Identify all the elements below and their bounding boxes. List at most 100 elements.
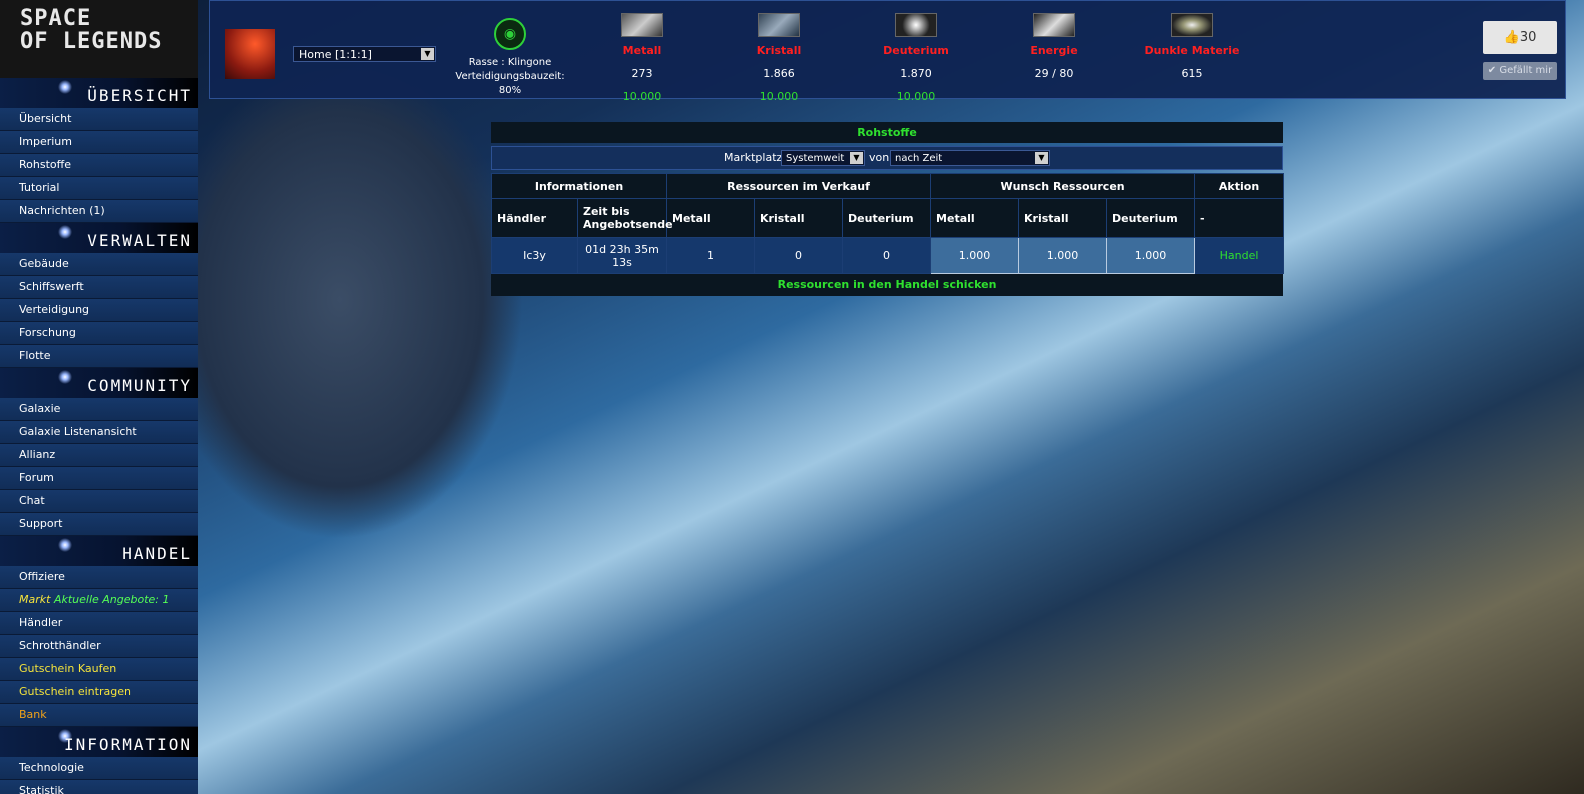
section-header-handel: Handel [0,536,198,566]
table-row: Ic3y 01d 23h 35m 13s 1 0 0 1.000 1.000 1… [491,237,1285,274]
cell-want-kristall: 1.000 [1018,237,1108,274]
planet-image[interactable] [225,29,275,79]
col-header-sell-deuterium[interactable]: Deuterium [842,198,932,238]
nav-haendler[interactable]: Händler [0,612,198,635]
group-header-informationen: Informationen [490,173,668,199]
market-title: Rohstoffe [491,122,1283,143]
col-header-sell-metall[interactable]: Metall [666,198,756,238]
sort-select[interactable]: nach Zeit ▼ [890,150,1050,166]
col-header-want-kristall[interactable]: Kristall [1018,198,1108,238]
nav-support[interactable]: Support [0,513,198,536]
cell-want-metall: 1.000 [930,237,1020,274]
market-table: Informationen Ressourcen im Verkauf Wuns… [490,173,1285,274]
group-header-aktion: Aktion [1194,173,1285,199]
resource-value: 273 [631,67,653,80]
resource-name: Dunkle Materie [1144,44,1240,57]
resource-kristall[interactable]: Kristall 1.866 10.000 [724,13,834,103]
nav-galaxie-liste[interactable]: Galaxie Listenansicht [0,421,198,444]
market-filter: Marktplatz Systemweit ▼ von nach Zeit ▼ [491,146,1283,170]
col-header-haendler[interactable]: Händler [491,198,578,238]
col-header-action: - [1194,198,1285,238]
resource-name: Energie [1030,44,1078,57]
nav-imperium[interactable]: Imperium [0,131,198,154]
cell-want-deuterium: 1.000 [1106,237,1196,274]
send-resources-link[interactable]: Ressourcen in den Handel schicken [491,274,1283,296]
energy-icon [1033,13,1075,37]
nav-nachrichten[interactable]: Nachrichten (1) [0,200,198,223]
section-header-verwalten: Verwalten [0,223,198,253]
col-header-sell-kristall[interactable]: Kristall [754,198,844,238]
defense-build-value: 80% [498,85,522,96]
filter-label: Marktplatz [724,151,783,164]
nav-tutorial[interactable]: Tutorial [0,177,198,200]
nav-markt[interactable]: Markt Aktuelle Angebote: 1 [0,589,198,612]
sort-select-value: nach Zeit [895,153,943,164]
nav-statistik[interactable]: Statistik [0,780,198,794]
planet-select[interactable]: Home [1:1:1] ▼ [293,46,436,62]
game-logo[interactable]: SPACE OF LEGENDS [0,0,198,78]
like-button[interactable]: ✔ Gefällt mir [1483,62,1557,80]
section-header-community: Community [0,368,198,398]
nav-rohstoffe[interactable]: Rohstoffe [0,154,198,177]
resource-max: 10.000 [759,90,799,103]
nav-gutschein-eintragen[interactable]: Gutschein eintragen [0,681,198,704]
race-info: ◉ Rasse : Klingone Verteidigungsbauzeit:… [450,18,570,98]
nav-verteidigung[interactable]: Verteidigung [0,299,198,322]
nav-uebersicht[interactable]: Übersicht [0,108,198,131]
crystal-icon [758,13,800,37]
resource-name: Metall [622,44,662,57]
col-header-want-metall[interactable]: Metall [930,198,1020,238]
nav-flotte[interactable]: Flotte [0,345,198,368]
nav-offiziere[interactable]: Offiziere [0,566,198,589]
defense-build-label: Verteidigungsbauzeit: [455,71,565,82]
like-count-button[interactable]: 👍30 [1483,21,1557,54]
resource-max: 10.000 [622,90,662,103]
resource-deuterium[interactable]: Deuterium 1.870 10.000 [861,13,971,103]
chevron-down-icon: ▼ [850,152,863,164]
group-header-verkauf: Ressourcen im Verkauf [666,173,932,199]
cell-sell-metall: 1 [666,237,756,274]
resource-name: Deuterium [883,44,949,57]
scope-select[interactable]: Systemweit ▼ [781,150,865,166]
chevron-down-icon: ▼ [421,48,434,60]
resource-value: 1.870 [900,67,932,80]
nav-gebaeude[interactable]: Gebäude [0,253,198,276]
group-header-wunsch: Wunsch Ressourcen [930,173,1196,199]
nav-bank[interactable]: Bank [0,704,198,727]
deuterium-icon [895,13,937,37]
resource-dunkle-materie[interactable]: Dunkle Materie 615 [1137,13,1247,80]
nav-technologie[interactable]: Technologie [0,757,198,780]
resource-name: Kristall [756,44,802,57]
nav-gutschein-kaufen[interactable]: Gutschein Kaufen [0,658,198,681]
resource-bar: Home [1:1:1] ▼ ◉ Rasse : Klingone Vertei… [209,0,1566,103]
col-header-zeit[interactable]: Zeit bis Angebotsende [576,198,673,238]
scope-select-value: Systemweit [786,153,845,164]
logo-line-2: OF LEGENDS [20,29,163,54]
section-header-uebersicht: Übersicht [0,78,198,108]
sidebar: SPACE OF LEGENDS Übersicht Übersicht Imp… [0,0,198,794]
resource-max: 10.000 [896,90,936,103]
nav-allianz[interactable]: Allianz [0,444,198,467]
section-title: Verwalten [87,231,192,250]
resource-value: 615 [1181,67,1203,80]
nav-schiffswerft[interactable]: Schiffswerft [0,276,198,299]
nav-galaxie[interactable]: Galaxie [0,398,198,421]
planet-select-value: Home [1:1:1] [299,48,372,61]
section-title: Handel [122,544,192,563]
section-header-information: Information [0,727,198,757]
cell-zeit: 01d 23h 35m 13s [576,237,668,274]
nav-chat[interactable]: Chat [0,490,198,513]
nav-forschung[interactable]: Forschung [0,322,198,345]
thumbs-up-icon: 👍 [1503,30,1520,45]
resource-metall[interactable]: Metall 273 10.000 [587,13,697,103]
nav-forum[interactable]: Forum [0,467,198,490]
metal-icon [621,13,663,37]
nav-markt-label: Markt [19,593,51,606]
section-title: Community [87,376,192,395]
resource-energie[interactable]: Energie 29 / 80 [999,13,1109,80]
col-header-want-deuterium[interactable]: Deuterium [1106,198,1196,238]
trade-link[interactable]: Handel [1194,237,1285,274]
market-panel: Rohstoffe Marktplatz Systemweit ▼ von na… [490,122,1285,296]
filter-von-label: von [869,151,890,164]
nav-schrotthaendler[interactable]: Schrotthändler [0,635,198,658]
